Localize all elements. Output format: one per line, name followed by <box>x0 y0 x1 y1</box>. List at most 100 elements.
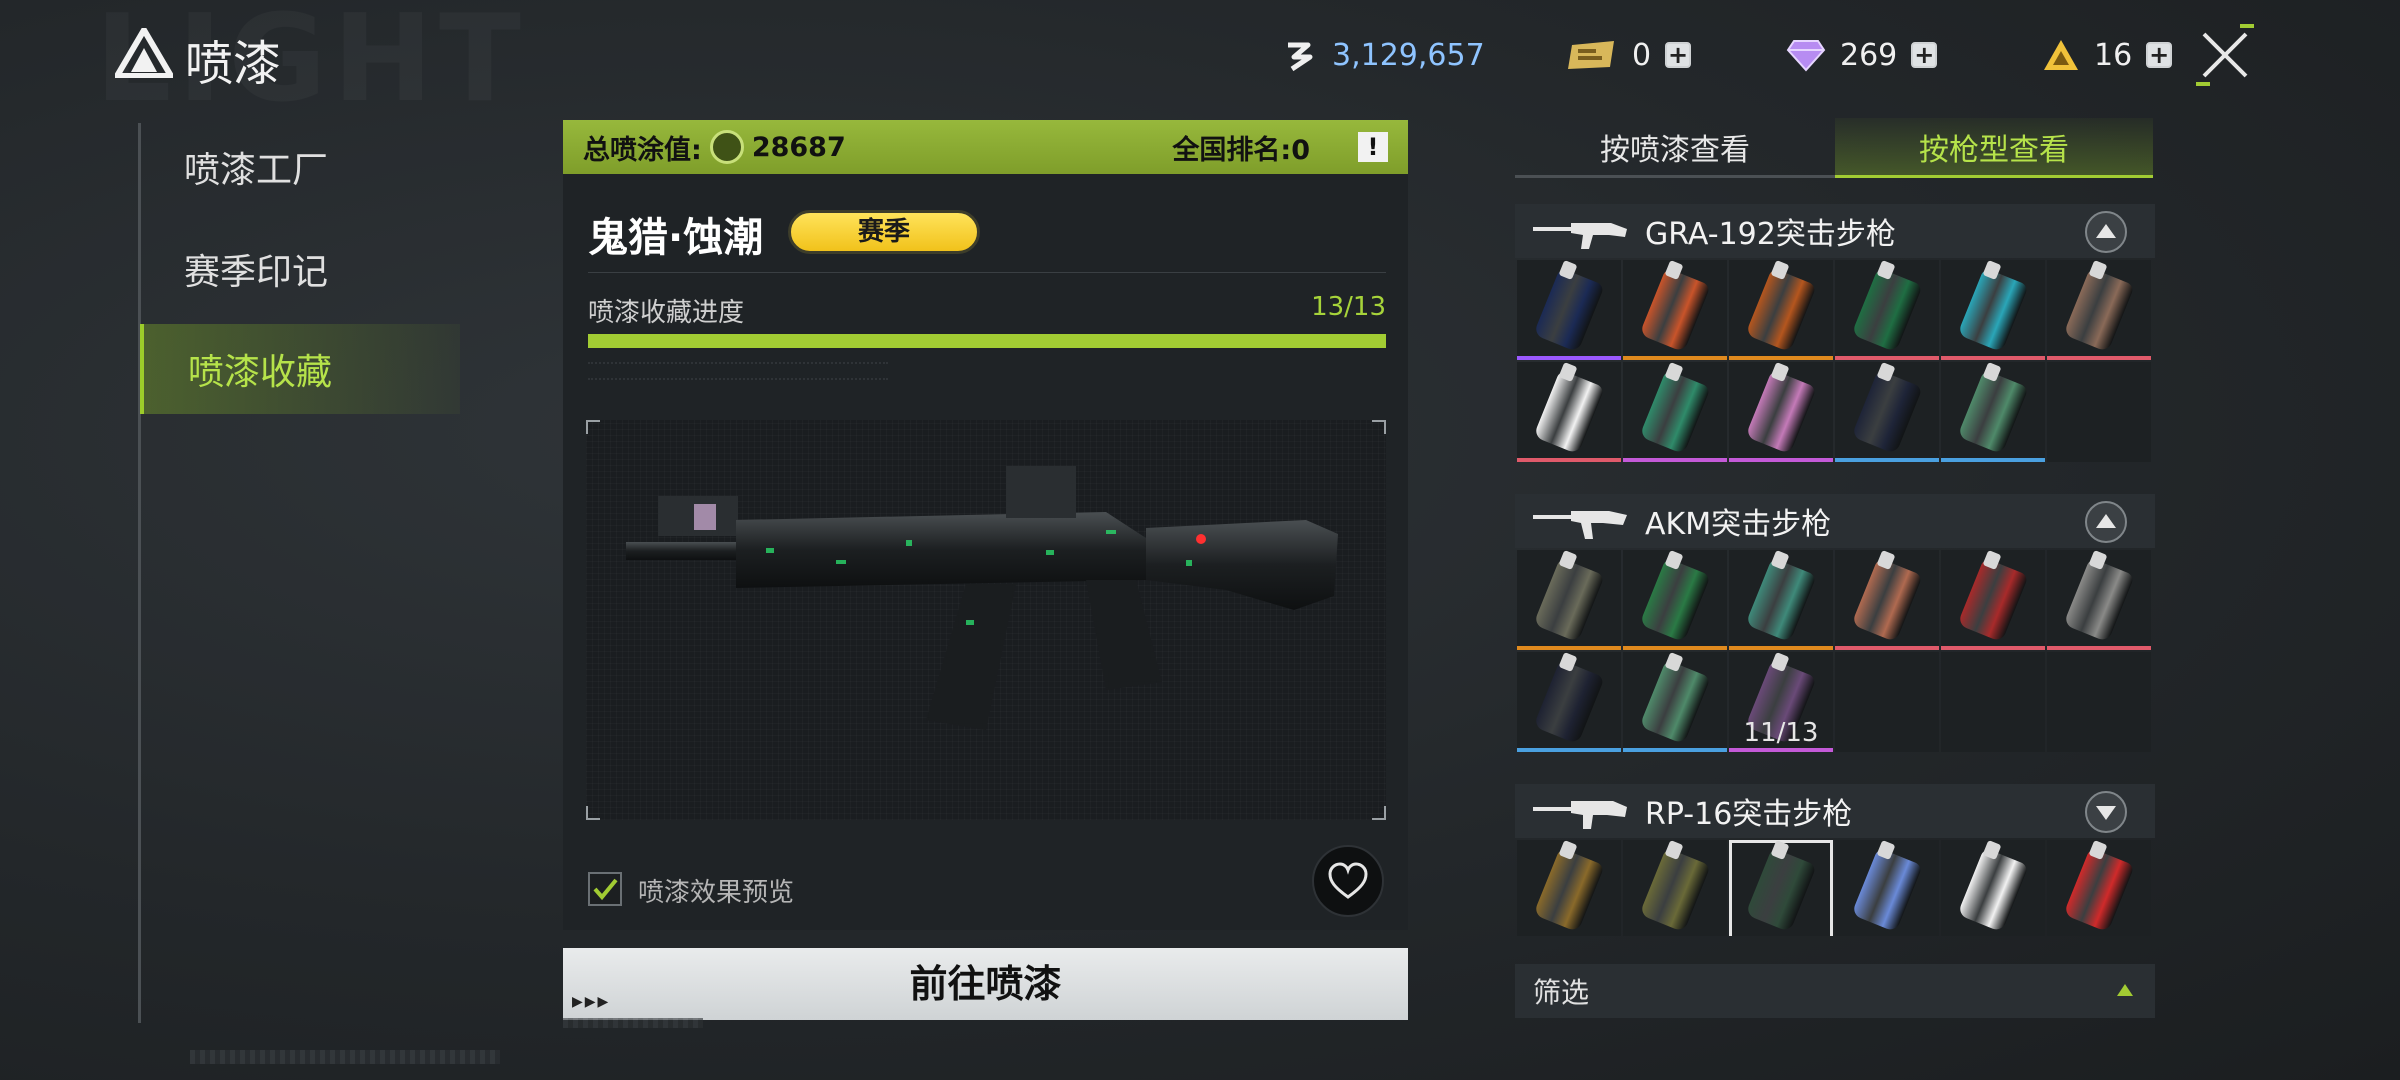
rifle-icon <box>1533 801 1627 829</box>
spray-grid-gra192 <box>1517 260 2157 462</box>
info-button[interactable]: ! <box>1358 132 1388 162</box>
rarity-bar <box>2047 356 2151 360</box>
fine-print-bar <box>563 1018 703 1028</box>
spray-can-cell[interactable] <box>1729 362 1833 462</box>
preview-checkbox-label: 喷漆效果预览 <box>638 878 795 908</box>
spray-can-cell[interactable] <box>1729 550 1833 650</box>
fine-print-bar <box>190 1050 500 1064</box>
spray-can-cell[interactable] <box>1941 550 2045 650</box>
gun-group-name: AKM突击步枪 <box>1645 507 1832 542</box>
gun-group-header-rp16[interactable]: RP-16突击步枪 <box>1515 784 2155 838</box>
frame-corner <box>586 420 600 434</box>
sidebar-item-spray-collection[interactable]: 喷漆收藏 <box>140 324 460 414</box>
rarity-bar <box>1729 646 1833 650</box>
collapse-button[interactable] <box>2085 211 2127 253</box>
spray-can-cell[interactable] <box>1835 260 1939 360</box>
spray-can-cell[interactable] <box>1835 550 1939 650</box>
chevron-up-icon <box>2096 514 2116 528</box>
spray-grid-rp16 <box>1517 840 2157 936</box>
rarity-bar <box>1835 646 1939 650</box>
marker-dot <box>1196 534 1206 544</box>
rarity-bar <box>1729 748 1833 752</box>
gun-group-name: GRA-192突击步枪 <box>1645 217 1896 252</box>
rarity-bar <box>1729 458 1833 462</box>
divider <box>588 272 1386 273</box>
tab-label: 按喷漆查看 <box>1600 132 1750 168</box>
rarity-bar <box>1623 458 1727 462</box>
app-logo-icon <box>115 28 173 78</box>
filter-label: 筛选 <box>1533 976 1590 1009</box>
rarity-bar <box>1941 356 2045 360</box>
spray-can-cell[interactable] <box>1941 840 2045 936</box>
spray-can-cell[interactable] <box>1517 652 1621 752</box>
spray-can-icon <box>1745 847 1817 933</box>
spray-can-cell[interactable] <box>1623 362 1727 462</box>
spray-can-icon <box>1533 369 1605 455</box>
diamond-icon <box>1786 40 1826 72</box>
tab-by-gun[interactable]: 按枪型查看 <box>1835 118 2153 178</box>
add-diamond-button[interactable]: + <box>1911 42 1938 68</box>
ticket-icon <box>1568 41 1614 69</box>
spray-can-cell[interactable] <box>1517 550 1621 650</box>
sidebar-item-season-mark[interactable]: 赛季印记 <box>140 224 460 314</box>
spray-can-cell[interactable] <box>1835 840 1939 936</box>
rarity-bar <box>1623 646 1727 650</box>
close-icon[interactable] <box>2190 20 2260 90</box>
sidebar-item-label: 赛季印记 <box>184 252 329 293</box>
spray-can-cell[interactable] <box>2047 260 2151 360</box>
add-token-button[interactable]: + <box>2146 42 2173 68</box>
national-rank: 全国排名:0 <box>1172 134 1310 166</box>
go-button-mark: ▶▶▶ <box>572 994 611 1010</box>
collection-progress-count: 13/13 <box>1311 292 1386 322</box>
spray-can-icon <box>1639 557 1711 643</box>
coin-currency: 3,129,657 <box>1282 28 1485 82</box>
spray-can-cell[interactable] <box>1623 652 1727 752</box>
tab-by-spray[interactable]: 按喷漆查看 <box>1515 118 1835 178</box>
spray-can-icon <box>1639 847 1711 933</box>
skin-name: 鬼猎·蚀潮 <box>588 215 764 261</box>
spray-can-cell[interactable]: 11/13 <box>1729 652 1833 752</box>
spray-can-icon <box>1533 847 1605 933</box>
ticket-currency: 0 + <box>1566 28 1692 82</box>
add-ticket-button[interactable]: + <box>1665 42 1692 68</box>
collapse-button[interactable] <box>2085 501 2127 543</box>
preview-checkbox[interactable] <box>588 872 622 906</box>
spray-can-cell[interactable] <box>1623 840 1727 936</box>
spray-can-icon <box>1957 847 2029 933</box>
collection-progress-label: 喷漆收藏进度 <box>588 298 745 328</box>
spray-can-cell[interactable] <box>1517 260 1621 360</box>
spray-can-cell[interactable] <box>1835 362 1939 462</box>
filter-button[interactable]: 筛选 <box>1515 964 2155 1018</box>
spray-can-icon <box>2063 557 2135 643</box>
rarity-bar <box>1623 748 1727 752</box>
spray-can-cell[interactable] <box>1729 260 1833 360</box>
spray-can-cell[interactable] <box>1623 260 1727 360</box>
favorite-button[interactable] <box>1312 845 1384 917</box>
spray-can-cell[interactable] <box>1517 840 1621 936</box>
rarity-bar <box>1835 458 1939 462</box>
spray-can-cell[interactable] <box>1941 362 2045 462</box>
go-spray-button[interactable]: 前往喷漆 <box>563 948 1408 1020</box>
rifle-icon <box>1533 511 1627 539</box>
gun-group-header-akm[interactable]: AKM突击步枪 <box>1515 494 2155 548</box>
spray-can-icon <box>2063 847 2135 933</box>
spray-can-icon <box>1745 267 1817 353</box>
spray-can-cell[interactable] <box>1941 260 2045 360</box>
spray-can-cell[interactable] <box>1729 840 1833 936</box>
rarity-bar <box>1517 748 1621 752</box>
spray-can-cell[interactable] <box>1517 362 1621 462</box>
collection-progress-fill <box>588 334 1386 348</box>
weapon-preview[interactable] <box>586 420 1386 820</box>
empty-cell <box>1835 652 1939 752</box>
spray-can-icon <box>1957 557 2029 643</box>
spray-can-cell[interactable] <box>2047 550 2151 650</box>
expand-button[interactable] <box>2085 791 2127 833</box>
heart-icon <box>1328 862 1368 899</box>
sidebar-item-spray-factory[interactable]: 喷漆工厂 <box>140 122 460 212</box>
spray-can-cell[interactable] <box>1623 550 1727 650</box>
spray-can-icon <box>1851 267 1923 353</box>
frame-corner <box>1372 420 1386 434</box>
spray-can-cell[interactable] <box>2047 840 2151 936</box>
token-value: 16 <box>2094 37 2133 73</box>
gun-group-header-gra192[interactable]: GRA-192突击步枪 <box>1515 204 2155 258</box>
